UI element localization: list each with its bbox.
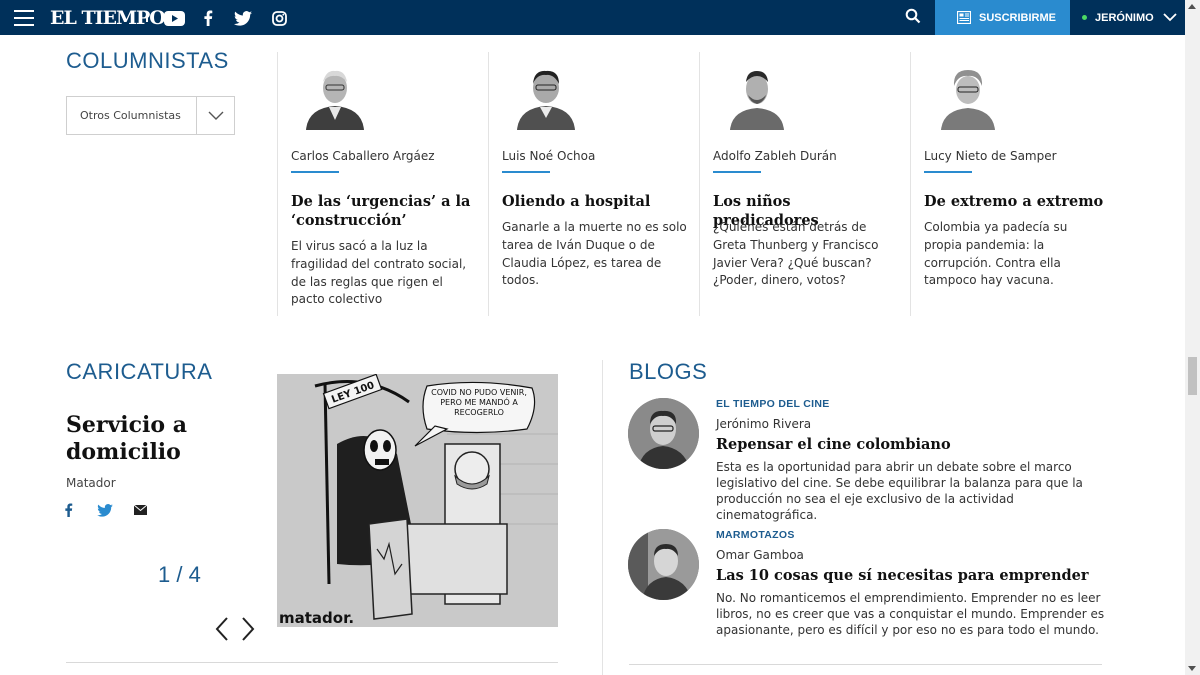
blogger-avatar[interactable]: [628, 529, 699, 600]
blog-label[interactable]: EL TIEMPO DEL CINE: [716, 398, 830, 410]
logo-divider: [146, 12, 148, 22]
scroll-down-icon[interactable]: [1188, 666, 1196, 671]
twitter-share-icon[interactable]: [97, 502, 113, 518]
columnist-avatar[interactable]: [304, 60, 366, 130]
column-headline[interactable]: Oliendo a hospital: [502, 192, 682, 211]
caricatura-section-title: CARICATURA: [66, 359, 213, 384]
cartoon-signature: matador.: [279, 609, 354, 627]
facebook-share-icon[interactable]: [64, 502, 73, 518]
author-underline: [713, 171, 761, 173]
columnist-name[interactable]: Carlos Caballero Argáez: [291, 149, 435, 163]
cartoon-title[interactable]: Servicio a domicilio: [66, 412, 236, 466]
columnists-select-value: Otros Columnistas: [80, 109, 181, 122]
columnist-card[interactable]: Carlos Caballero Argáez De las ‘urgencia…: [277, 52, 487, 316]
page-scrollbar[interactable]: [1185, 0, 1200, 675]
hamburger-menu-icon[interactable]: [14, 10, 34, 26]
columnist-name[interactable]: Luis Noé Ochoa: [502, 149, 595, 163]
newspaper-icon: [957, 11, 971, 24]
columnist-name[interactable]: Lucy Nieto de Samper: [924, 149, 1057, 163]
instagram-icon[interactable]: [270, 8, 288, 28]
author-underline: [291, 171, 339, 173]
author-underline: [924, 171, 972, 173]
cartoon-image[interactable]: LEY 100 COVID NO PUDO VENIR, PERO ME MAN…: [277, 374, 558, 627]
chevron-down-icon: [1163, 13, 1177, 22]
chevron-down-icon[interactable]: [196, 97, 234, 134]
column-headline[interactable]: De extremo a extremo: [924, 192, 1104, 211]
youtube-icon[interactable]: [163, 8, 185, 28]
blogger-name[interactable]: Omar Gamboa: [716, 548, 804, 562]
subscribe-button[interactable]: SUSCRIBIRME: [935, 0, 1070, 35]
columnist-card[interactable]: Lucy Nieto de Samper De extremo a extrem…: [910, 52, 1120, 316]
chevron-left-icon[interactable]: [214, 616, 230, 642]
facebook-icon[interactable]: [199, 8, 217, 28]
columnist-card[interactable]: Luis Noé Ochoa Oliendo a hospital Ganarl…: [488, 52, 698, 316]
blogs-section-title: BLOGS: [629, 359, 708, 384]
column-summary: Ganarle a la muerte no es solo tarea de …: [502, 220, 687, 288]
column-headline[interactable]: De las ‘urgencias’ a la ‘construcción’: [291, 192, 471, 230]
columnistas-section-title: COLUMNISTAS: [66, 48, 229, 73]
blogger-name[interactable]: Jerónimo Rivera: [716, 417, 811, 431]
online-status-dot: [1082, 15, 1087, 20]
blog-label[interactable]: MARMOTAZOS: [716, 529, 795, 541]
section-divider: [629, 664, 1102, 665]
blog-headline[interactable]: Repensar el cine colombiano: [716, 436, 951, 453]
column-summary: ¿Quiénes están detrás de Greta Thunberg …: [713, 220, 879, 288]
blog-summary: Esta es la oportunidad para abrir un deb…: [716, 460, 1083, 522]
author-underline: [502, 171, 550, 173]
columnist-avatar[interactable]: [515, 60, 577, 130]
columnist-name[interactable]: Adolfo Zableh Durán: [713, 149, 837, 163]
column-summary: Colombia ya padecía su propia pandemia: …: [924, 220, 1068, 288]
top-navigation-bar: EL TIEMPO SUSCRIBIRME JERÓNIMO: [0, 0, 1185, 35]
columnist-avatar[interactable]: [937, 60, 999, 130]
scrollbar-thumb[interactable]: [1188, 357, 1197, 395]
column-summary: El virus sacó a la luz la fragilidad del…: [291, 239, 467, 307]
columnist-card[interactable]: Adolfo Zableh Durán Los niños predicador…: [699, 52, 909, 316]
cartoon-speech-text: COVID NO PUDO VENIR, PERO ME MANDÓ A REC…: [431, 388, 527, 417]
columnists-select[interactable]: Otros Columnistas: [66, 96, 235, 135]
user-name: JERÓNIMO: [1095, 11, 1154, 24]
subscribe-label: SUSCRIBIRME: [979, 11, 1057, 24]
blog-headline[interactable]: Las 10 cosas que sí necesitas para empre…: [716, 567, 1089, 584]
twitter-icon[interactable]: [233, 8, 253, 28]
cartoon-author[interactable]: Matador: [66, 476, 116, 490]
user-menu[interactable]: JERÓNIMO: [1070, 0, 1185, 35]
cartoon-counter: 1 / 4: [158, 562, 201, 587]
chevron-right-icon[interactable]: [240, 616, 256, 642]
section-divider: [66, 662, 558, 663]
column-divider: [602, 360, 603, 675]
scroll-up-icon[interactable]: [1188, 4, 1196, 9]
search-icon[interactable]: [905, 8, 927, 28]
email-share-icon[interactable]: [134, 502, 147, 518]
blog-summary: No. No romanticemos el emprendimiento. E…: [716, 591, 1105, 637]
blogger-avatar[interactable]: [628, 398, 699, 469]
columnist-avatar[interactable]: [726, 60, 788, 130]
